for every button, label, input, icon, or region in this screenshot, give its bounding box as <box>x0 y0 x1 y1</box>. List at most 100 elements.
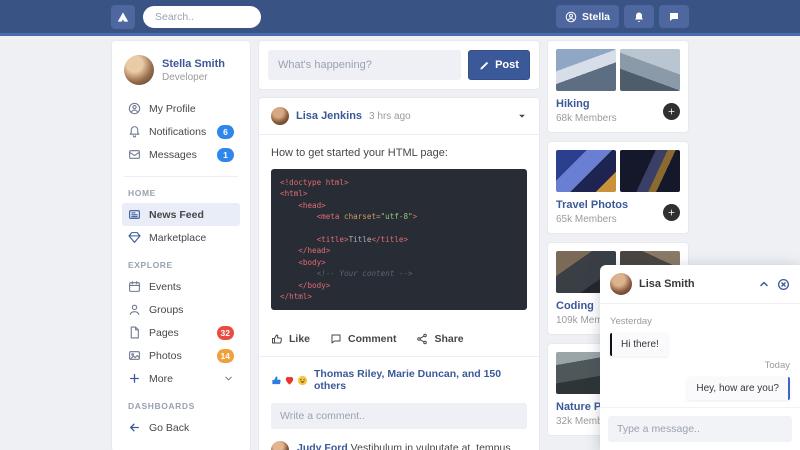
sidebar-item-my-profile[interactable]: My Profile <box>122 97 240 120</box>
person-icon <box>128 102 141 115</box>
search-input[interactable] <box>143 6 261 28</box>
like-button[interactable]: Like <box>271 333 310 345</box>
photos-count-badge: 14 <box>217 349 234 363</box>
chat-message-sent: Hey, how are you? <box>687 377 790 400</box>
post-author[interactable]: Lisa Jenkins <box>296 110 362 122</box>
group-photo <box>620 150 680 192</box>
profile-name[interactable]: Stella Smith <box>162 58 225 70</box>
top-navbar: Stella <box>0 0 800 36</box>
avatar <box>271 441 289 450</box>
sidebar-item-label: More <box>149 373 173 385</box>
code-block: <!doctype html><html> <head> <meta chars… <box>271 169 527 310</box>
sidebar-item-events[interactable]: Events <box>122 275 240 298</box>
arrow-left-icon <box>128 421 141 434</box>
sidebar-item-notifications[interactable]: Notifications 6 <box>122 120 240 143</box>
user-circle-icon <box>565 11 577 23</box>
group-photo <box>620 49 680 91</box>
comment-input[interactable] <box>271 403 527 429</box>
sidebar-item-label: Go Back <box>149 422 189 434</box>
section-heading-dashboards: DASHBOARDS <box>128 401 234 411</box>
smiley-reaction-icon <box>297 375 308 386</box>
sidebar-item-label: Messages <box>149 149 197 161</box>
chat-day-label: Today <box>610 360 790 371</box>
sidebar-item-label: Notifications <box>149 126 206 138</box>
pages-count-badge: 32 <box>217 326 234 340</box>
post-actions: Like Comment Share <box>259 322 539 356</box>
reactions-bar: Thomas Riley, Marie Duncan, and 150 othe… <box>259 356 539 403</box>
chat-header: Lisa Smith <box>600 265 800 304</box>
newspaper-icon <box>128 208 141 221</box>
sidebar-item-marketplace[interactable]: Marketplace <box>122 226 240 249</box>
bell-icon <box>128 125 141 138</box>
avatar <box>271 107 289 125</box>
chat-contact-name[interactable]: Lisa Smith <box>639 278 695 290</box>
sidebar-item-groups[interactable]: Groups <box>122 298 240 321</box>
plus-icon <box>128 372 141 385</box>
sidebar-item-messages[interactable]: Messages 1 <box>122 143 240 166</box>
sidebar-item-news-feed[interactable]: News Feed <box>122 203 240 226</box>
user-menu-button[interactable]: Stella <box>556 5 619 28</box>
feed-post: Lisa Jenkins 3 hrs ago How to get starte… <box>258 97 540 450</box>
group-photo <box>556 150 616 192</box>
comment-button[interactable]: Comment <box>330 333 396 345</box>
join-group-button[interactable] <box>663 204 680 221</box>
sidebar-item-photos[interactable]: Photos 14 <box>122 344 240 367</box>
group-card-travel-photos: Travel Photos 65k Members <box>547 141 689 234</box>
calendar-icon <box>128 280 141 293</box>
page-icon <box>128 326 141 339</box>
bell-icon <box>633 11 645 23</box>
share-button[interactable]: Share <box>416 333 463 345</box>
image-icon <box>128 349 141 362</box>
group-name[interactable]: Hiking <box>556 98 617 110</box>
group-members: 68k Members <box>556 113 617 124</box>
messages-count-badge: 1 <box>217 148 234 162</box>
post-timestamp: 3 hrs ago <box>369 111 411 122</box>
status-input[interactable] <box>268 50 461 80</box>
sidebar-item-label: Events <box>149 281 181 293</box>
join-group-button[interactable] <box>663 103 680 120</box>
profile-role: Developer <box>162 72 225 83</box>
thumbs-up-icon <box>271 333 283 345</box>
sidebar-item-go-back[interactable]: Go Back <box>122 416 240 439</box>
comment-bubble-icon <box>330 333 342 345</box>
group-members: 65k Members <box>556 214 628 225</box>
chat-bubble-icon <box>668 11 680 23</box>
post-composer: Post <box>258 40 540 90</box>
notifications-button[interactable] <box>624 5 654 28</box>
gem-icon <box>128 231 141 244</box>
reactions-summary[interactable]: Thomas Riley, Marie Duncan, and 150 othe… <box>314 368 527 392</box>
notifications-count-badge: 6 <box>217 125 234 139</box>
sidebar-item-label: My Profile <box>149 103 196 115</box>
chat-messages: Yesterday Hi there! Today Hey, how are y… <box>600 304 800 407</box>
post-button[interactable]: Post <box>468 50 530 80</box>
share-label: Share <box>434 333 463 345</box>
sidebar-item-pages[interactable]: Pages 32 <box>122 321 240 344</box>
post-menu-caret-icon[interactable] <box>517 111 527 121</box>
sidebar-item-label: Marketplace <box>149 232 206 244</box>
chat-minimize-icon[interactable] <box>758 278 770 290</box>
post-text: How to get started your HTML page: <box>271 147 527 159</box>
section-heading-explore: EXPLORE <box>128 260 234 270</box>
post-button-label: Post <box>495 59 519 71</box>
envelope-icon <box>128 148 141 161</box>
comment-label: Comment <box>348 333 396 345</box>
profile-summary: Stella Smith Developer <box>124 55 238 85</box>
thumbs-up-reaction-icon <box>271 375 282 386</box>
sidebar-item-more[interactable]: More <box>122 367 240 390</box>
group-name[interactable]: Travel Photos <box>556 199 628 211</box>
sidebar-item-label: Groups <box>149 304 183 316</box>
like-label: Like <box>289 333 310 345</box>
post-header: Lisa Jenkins 3 hrs ago <box>259 98 539 135</box>
user-menu-label: Stella <box>582 11 610 23</box>
section-heading-home: HOME <box>128 188 234 198</box>
heart-reaction-icon <box>284 375 295 386</box>
chat-message-input[interactable] <box>608 416 792 442</box>
profile-sidebar: Stella Smith Developer My Profile Notifi… <box>111 40 251 450</box>
group-photo <box>556 49 616 91</box>
comment-author[interactable]: Judy Ford <box>297 442 348 450</box>
chat-button[interactable] <box>659 5 689 28</box>
pencil-icon <box>479 60 490 71</box>
app-logo[interactable] <box>111 5 135 29</box>
share-icon <box>416 333 428 345</box>
chat-close-icon[interactable] <box>777 278 790 291</box>
